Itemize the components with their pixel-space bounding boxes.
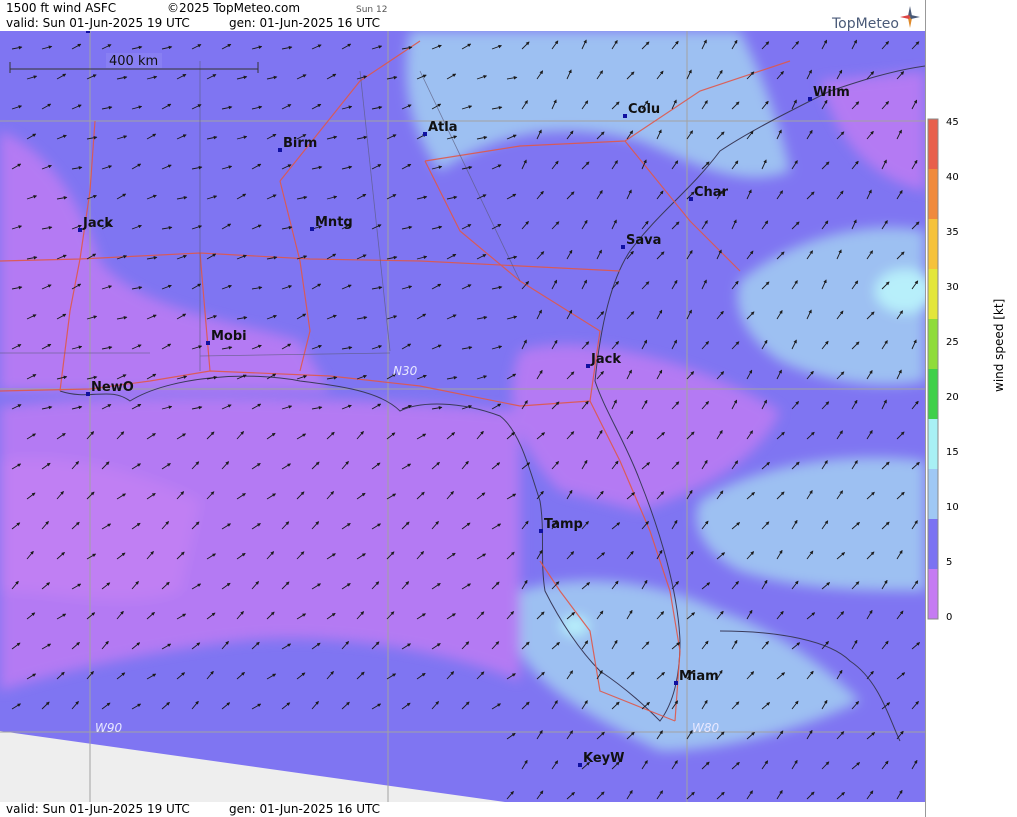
footer-valid-time: valid: Sun 01-Jun-2025 19 UTC xyxy=(6,802,190,816)
city-marker xyxy=(86,392,90,396)
legend-tick-label: 15 xyxy=(946,447,959,458)
city-label: Jack xyxy=(590,352,621,367)
city-mobi: Mobi xyxy=(206,329,247,345)
legend-tick-label: 0 xyxy=(946,612,953,623)
city-marker xyxy=(310,227,314,231)
city-colu: Colu xyxy=(623,102,660,118)
city-label: Sava xyxy=(626,233,661,248)
city-marker xyxy=(86,31,90,33)
city-label: Mntg xyxy=(315,215,353,230)
legend-color-step xyxy=(928,419,938,469)
legend-tick-label: 20 xyxy=(946,392,959,403)
city-marker xyxy=(578,763,582,767)
city-label: NewO xyxy=(91,380,134,395)
city-miam: Miam xyxy=(674,669,719,685)
legend-tick-label: 5 xyxy=(946,557,953,568)
city-marker xyxy=(674,681,678,685)
valid-time: valid: Sun 01-Jun-2025 19 UTC xyxy=(6,16,190,30)
legend-color-step xyxy=(928,269,938,319)
wind-map[interactable]: 400 km N30 W90 W80 Jack Birm Atla Colu Wilm C… xyxy=(0,31,925,802)
legend-tick-label: 45 xyxy=(946,117,959,128)
city-label: Mobi xyxy=(211,329,247,344)
legend-color-step xyxy=(928,169,938,219)
city-keyw: KeyW xyxy=(578,751,624,767)
grid-label-n30: N30 xyxy=(393,364,418,378)
city-label: Memp xyxy=(91,31,136,32)
legend-tick-label: 10 xyxy=(946,502,959,513)
city-marker xyxy=(423,132,427,136)
city-jack: Jack xyxy=(586,352,621,368)
legend-color-step xyxy=(928,569,938,619)
city-marker xyxy=(689,197,693,201)
grid-label-w80: W80 xyxy=(692,721,720,735)
city-sava: Sava xyxy=(621,233,661,249)
city-label: Atla xyxy=(428,120,458,135)
city-marker xyxy=(539,529,543,533)
city-label: KeyW xyxy=(583,751,624,766)
city-wilm: Wilm xyxy=(808,85,850,101)
city-marker xyxy=(808,97,812,101)
footer-generated-time: gen: 01-Jun-2025 16 UTC xyxy=(229,802,381,816)
legend-tick-label: 40 xyxy=(946,172,959,183)
city-jack: Jack xyxy=(78,216,113,232)
legend-color-step xyxy=(928,119,938,169)
city-birm: Birm xyxy=(278,136,317,152)
city-char: Char xyxy=(689,185,729,201)
generated-time: gen: 01-Jun-2025 16 UTC xyxy=(229,16,381,30)
city-marker xyxy=(278,148,282,152)
city-mntg: Mntg xyxy=(310,215,353,231)
legend-color-step xyxy=(928,369,938,419)
grid-label-w90: W90 xyxy=(95,721,123,735)
legend-colorbar xyxy=(927,118,939,620)
city-marker xyxy=(621,245,625,249)
city-label: Tamp xyxy=(544,517,583,532)
map-title: 1500 ft wind ASFC xyxy=(6,1,117,15)
city-marker xyxy=(78,228,82,232)
city-marker xyxy=(623,114,627,118)
city-atla: Atla xyxy=(423,120,458,136)
city-marker xyxy=(586,364,590,368)
day-tag: Sun 12 xyxy=(356,5,388,15)
compass-logo-icon xyxy=(900,6,920,32)
city-label: Wilm xyxy=(813,85,850,100)
legend-tick-label: 35 xyxy=(946,227,959,238)
legend-color-step xyxy=(928,319,938,369)
city-label: Miam xyxy=(679,669,719,684)
legend-tick-label: 30 xyxy=(946,282,959,293)
legend-color-step xyxy=(928,469,938,519)
city-marker xyxy=(206,341,210,345)
city-tamp: Tamp xyxy=(539,517,583,533)
legend-color-step xyxy=(928,219,938,269)
city-label: Colu xyxy=(628,102,660,117)
copyright: ©2025 TopMeteo.com xyxy=(167,1,301,15)
legend-title: wind speed [kt] xyxy=(992,298,1006,392)
city-newo: NewO xyxy=(86,380,134,396)
scale-label: 400 km xyxy=(109,54,158,69)
legend-color-step xyxy=(928,519,938,569)
city-label: Char xyxy=(694,185,729,200)
city-label: Jack xyxy=(82,216,113,231)
topmeteo-logo: TopMeteo xyxy=(832,16,899,32)
city-label: Birm xyxy=(283,136,317,151)
legend-tick-label: 25 xyxy=(946,337,959,348)
